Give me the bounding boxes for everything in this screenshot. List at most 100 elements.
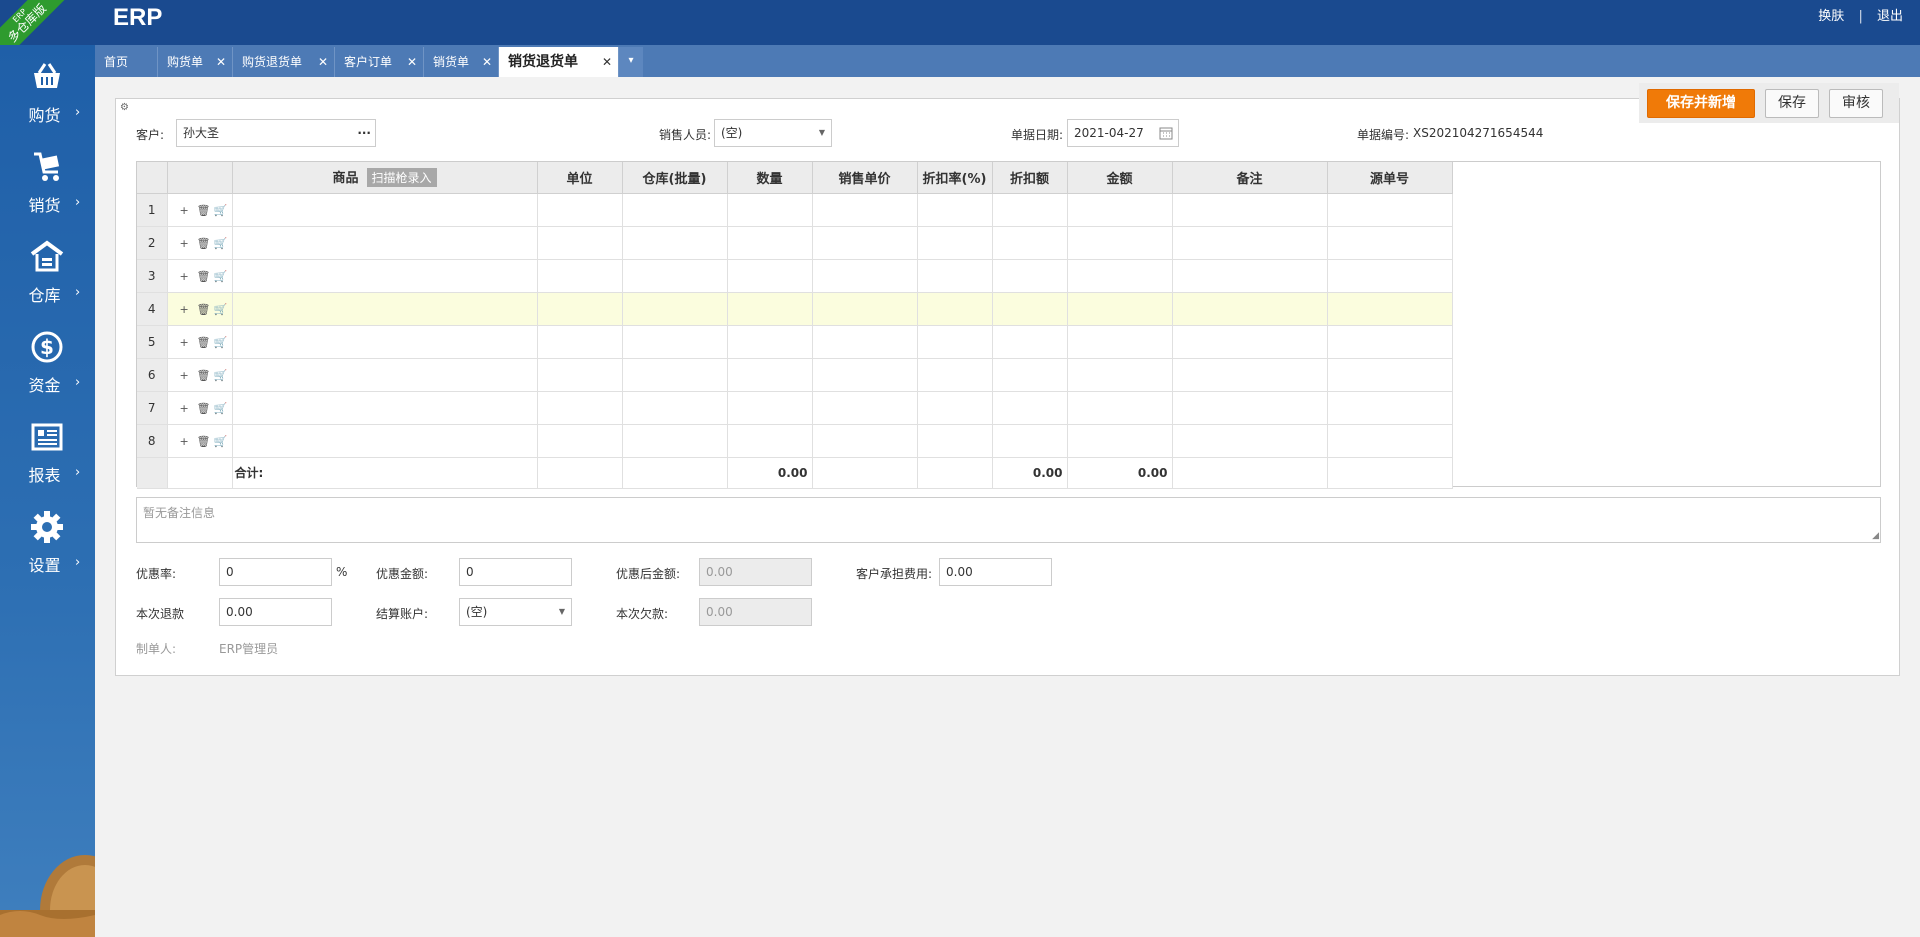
grid-cell[interactable] [1172, 292, 1328, 326]
cart-icon[interactable]: 🛒 [214, 204, 231, 217]
grid-cell[interactable] [1327, 391, 1453, 425]
grid-cell[interactable] [537, 424, 623, 458]
table-row[interactable]: 1 + 🗑 🛒 [137, 193, 1453, 227]
grid-cell[interactable] [917, 391, 993, 425]
delete-row-icon[interactable]: 🗑 [197, 303, 214, 316]
grid-cell[interactable] [537, 226, 623, 260]
delete-row-icon[interactable]: 🗑 [197, 402, 214, 415]
grid-cell[interactable] [917, 259, 993, 293]
grid-cell[interactable] [1327, 259, 1453, 293]
cart-icon[interactable]: 🛒 [214, 435, 231, 448]
grid-cell[interactable] [992, 292, 1068, 326]
grid-cell[interactable] [917, 358, 993, 392]
grid-cell[interactable] [727, 391, 813, 425]
grid-cell[interactable] [537, 358, 623, 392]
save-and-new-button[interactable]: 保存并新增 [1647, 89, 1755, 118]
grid-cell[interactable] [812, 226, 918, 260]
grid-cell[interactable] [992, 391, 1068, 425]
grid-cell[interactable] [622, 292, 728, 326]
grid-cell[interactable] [1067, 391, 1173, 425]
close-icon[interactable]: ✕ [482, 47, 492, 77]
sidebar-item-purchase[interactable]: 购货 › [0, 60, 95, 140]
sidebar-item-funds[interactable]: $ 资金 › [0, 330, 95, 410]
grid-cell[interactable] [232, 424, 538, 458]
add-row-icon[interactable]: + [180, 369, 197, 382]
grid-cell[interactable] [992, 325, 1068, 359]
grid-cell[interactable] [1067, 424, 1173, 458]
account-select[interactable]: (空) ▼ [459, 598, 572, 626]
tab-sales-return[interactable]: 销货退货单 ✕ [499, 47, 619, 77]
grid-cell[interactable] [1067, 226, 1173, 260]
sidebar-item-settings[interactable]: 设置 › [0, 510, 95, 590]
grid-cell[interactable] [537, 259, 623, 293]
grid-cell[interactable] [232, 193, 538, 227]
grid-cell[interactable] [992, 226, 1068, 260]
audit-button[interactable]: 审核 [1829, 89, 1883, 118]
date-field[interactable]: 2021-04-27 [1067, 119, 1179, 147]
close-icon[interactable]: ✕ [602, 47, 612, 77]
grid-cell[interactable] [727, 193, 813, 227]
cart-icon[interactable]: 🛒 [214, 303, 231, 316]
table-row[interactable]: 3 + 🗑 🛒 [137, 259, 1453, 293]
resize-handle-icon[interactable]: ◢ [1872, 531, 1879, 541]
logout-link[interactable]: 退出 [1877, 9, 1903, 24]
customer-fee-input[interactable]: 0.00 [939, 558, 1052, 586]
discount-rate-input[interactable]: 0 [219, 558, 332, 586]
grid-cell[interactable] [917, 226, 993, 260]
close-icon[interactable]: ✕ [318, 47, 328, 77]
scan-input-button[interactable]: 扫描枪录入 [366, 168, 437, 188]
calendar-icon[interactable] [1159, 126, 1173, 140]
delete-row-icon[interactable]: 🗑 [197, 270, 214, 283]
grid-cell[interactable] [917, 325, 993, 359]
add-row-icon[interactable]: + [180, 204, 197, 217]
cart-icon[interactable]: 🛒 [214, 270, 231, 283]
more-icon[interactable]: ··· [357, 120, 371, 146]
grid-cell[interactable] [992, 358, 1068, 392]
grid-cell[interactable] [727, 292, 813, 326]
delete-row-icon[interactable]: 🗑 [197, 204, 214, 217]
grid-cell[interactable] [1067, 259, 1173, 293]
grid-cell[interactable] [232, 358, 538, 392]
grid-cell[interactable] [1172, 424, 1328, 458]
tab-sales-order[interactable]: 销货单 ✕ [424, 47, 499, 77]
grid-cell[interactable] [1172, 193, 1328, 227]
grid-cell[interactable] [1067, 292, 1173, 326]
add-row-icon[interactable]: + [180, 402, 197, 415]
grid-cell[interactable] [232, 391, 538, 425]
grid-cell[interactable] [622, 226, 728, 260]
cart-icon[interactable]: 🛒 [214, 336, 231, 349]
grid-cell[interactable] [812, 193, 918, 227]
grid-cell[interactable] [812, 259, 918, 293]
table-row[interactable]: 4 + 🗑 🛒 [137, 292, 1453, 326]
grid-cell[interactable] [232, 226, 538, 260]
grid-cell[interactable] [812, 292, 918, 326]
grid-cell[interactable] [622, 325, 728, 359]
grid-cell[interactable] [917, 292, 993, 326]
grid-cell[interactable] [1172, 325, 1328, 359]
grid-cell[interactable] [917, 424, 993, 458]
grid-cell[interactable] [727, 226, 813, 260]
grid-cell[interactable] [727, 259, 813, 293]
add-row-icon[interactable]: + [180, 435, 197, 448]
refund-input[interactable]: 0.00 [219, 598, 332, 626]
grid-cell[interactable] [992, 193, 1068, 227]
grid-cell[interactable] [537, 391, 623, 425]
cart-icon[interactable]: 🛒 [214, 402, 231, 415]
grid-cell[interactable] [622, 391, 728, 425]
sidebar-item-reports[interactable]: 报表 › [0, 420, 95, 500]
grid-cell[interactable] [622, 424, 728, 458]
grid-cell[interactable] [1067, 193, 1173, 227]
customer-field[interactable]: 孙大圣 ··· [176, 119, 376, 147]
table-row[interactable]: 7 + 🗑 🛒 [137, 391, 1453, 425]
add-row-icon[interactable]: + [180, 270, 197, 283]
delete-row-icon[interactable]: 🗑 [197, 336, 214, 349]
add-row-icon[interactable]: + [180, 237, 197, 250]
discount-amount-input[interactable]: 0 [459, 558, 572, 586]
table-row[interactable]: 8 + 🗑 🛒 [137, 424, 1453, 458]
tab-purchase-order[interactable]: 购货单 ✕ [158, 47, 233, 77]
grid-cell[interactable] [1067, 358, 1173, 392]
delete-row-icon[interactable]: 🗑 [197, 369, 214, 382]
tab-more-dropdown[interactable]: ▾ [619, 47, 643, 77]
tab-purchase-return[interactable]: 购货退货单 ✕ [233, 47, 335, 77]
grid-cell[interactable] [992, 424, 1068, 458]
